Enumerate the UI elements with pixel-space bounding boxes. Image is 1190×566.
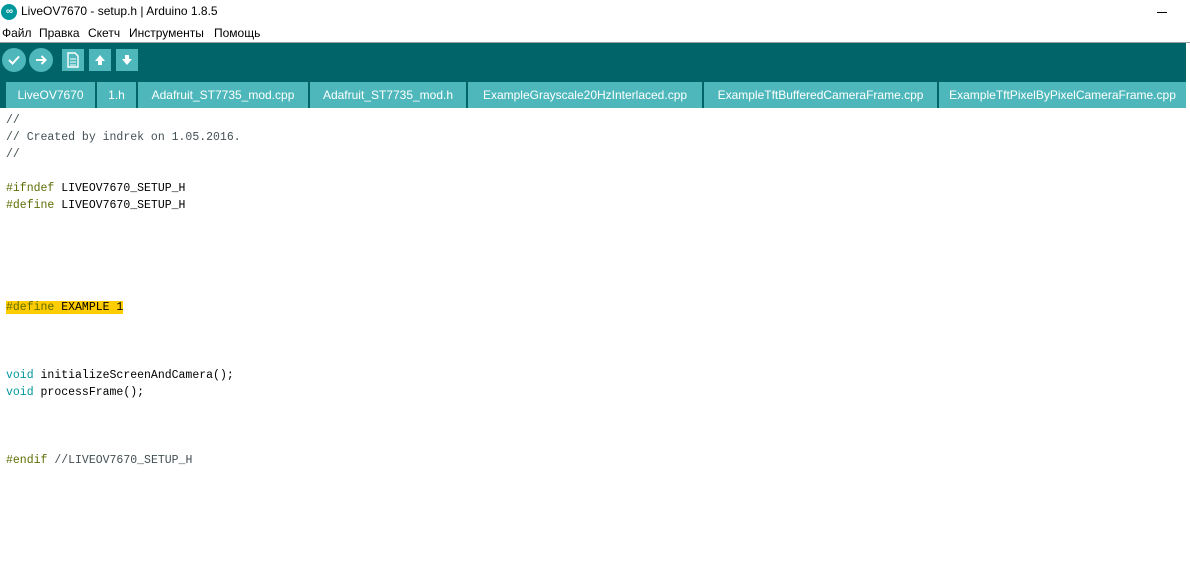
toolbar [0,43,1190,78]
tab-adafruit-h[interactable]: Adafruit_ST7735_mod.h [310,82,466,108]
tab-bar: LiveOV7670 1.h Adafruit_ST7735_mod.cpp A… [0,78,1190,108]
save-icon [122,55,132,65]
code-editor[interactable]: // // Created by indrek on 1.05.2016. //… [0,108,1190,566]
menu-file[interactable]: Файл [2,26,32,40]
title-bar: ∞ LiveOV7670 - setup.h | Arduino 1.8.5 [0,0,1190,24]
menu-help[interactable]: Помощь [214,26,260,40]
tab-adafruit-cpp[interactable]: Adafruit_ST7735_mod.cpp [138,82,308,108]
menu-bar: Файл Правка Скетч Инструменты Помощь [0,24,1190,42]
minimize-button[interactable] [1152,2,1172,22]
code-line: void initializeScreenAndCamera(); [6,369,234,382]
code-line: // Created by indrek on 1.05.2016. [6,131,241,144]
open-button[interactable] [89,49,111,71]
tab-1-h[interactable]: 1.h [97,82,136,108]
tab-liveov7670[interactable]: LiveOV7670 [6,82,95,108]
arduino-logo-icon: ∞ [1,4,17,20]
code-line: // [6,114,20,127]
verify-icon [8,55,20,65]
code-line: #ifndef LIVEOV7670_SETUP_H [6,182,186,195]
open-icon [95,55,105,65]
toolbar-edge [1186,43,1190,78]
code-line: void processFrame(); [6,386,145,399]
menu-sketch[interactable]: Скетч [88,26,120,40]
tabbar-edge [1186,78,1190,108]
new-sketch-button[interactable] [62,49,84,71]
new-sketch-icon [67,52,79,68]
tab-example-grayscale[interactable]: ExampleGrayscale20HzInterlaced.cpp [468,82,702,108]
menu-edit[interactable]: Правка [39,26,80,40]
tab-example-buffered[interactable]: ExampleTftBufferedCameraFrame.cpp [704,82,937,108]
code-line-highlighted: #define EXAMPLE 1 [6,301,124,314]
code-line: // [6,148,20,161]
save-button[interactable] [116,49,138,71]
tab-example-pixel[interactable]: ExampleTftPixelByPixelCameraFrame.cpp [939,82,1186,108]
verify-button[interactable] [2,48,26,72]
code-line: #endif //LIVEOV7670_SETUP_H [6,454,193,467]
upload-button[interactable] [29,48,53,72]
code-line: #define LIVEOV7670_SETUP_H [6,199,186,212]
menu-tools[interactable]: Инструменты [129,26,204,40]
upload-icon [36,55,47,65]
window-title: LiveOV7670 - setup.h | Arduino 1.8.5 [21,4,218,18]
